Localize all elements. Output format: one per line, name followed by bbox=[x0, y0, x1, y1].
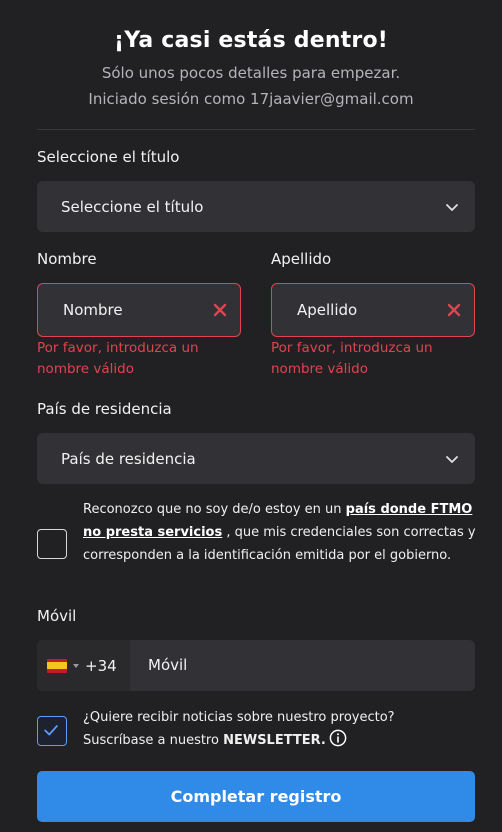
country-select[interactable]: País de residencia bbox=[37, 433, 475, 484]
first-name-placeholder: Nombre bbox=[63, 301, 123, 319]
title-label: Seleccione el título bbox=[37, 148, 180, 166]
phone-number-input[interactable]: Móvil bbox=[148, 640, 187, 691]
info-icon[interactable] bbox=[329, 729, 347, 747]
chevron-down-icon bbox=[446, 204, 458, 211]
chevron-down-icon bbox=[446, 456, 458, 463]
signed-in-text: Iniciado sesión como 17jaavier@gmail.com bbox=[88, 90, 414, 108]
newsletter-keyword: NEWSLETTER. bbox=[223, 733, 326, 748]
phone-label: Móvil bbox=[37, 607, 77, 625]
check-icon bbox=[44, 725, 58, 736]
last-name-label: Apellido bbox=[271, 250, 332, 268]
error-x-icon bbox=[213, 303, 227, 317]
newsletter-checkbox[interactable] bbox=[37, 716, 67, 746]
last-name-input[interactable]: Apellido bbox=[271, 283, 475, 337]
consent-checkbox[interactable] bbox=[37, 529, 67, 559]
first-name-error: Por favor, introduzca un nombre válido bbox=[37, 340, 199, 377]
country-select-value: País de residencia bbox=[61, 449, 196, 468]
complete-registration-button[interactable]: Completar registro bbox=[37, 771, 475, 822]
title-select-value: Seleccione el título bbox=[61, 197, 204, 216]
first-name-input[interactable]: Nombre bbox=[37, 283, 241, 337]
header-divider bbox=[37, 129, 475, 130]
error-x-icon bbox=[447, 303, 461, 317]
newsletter-text: ¿Quiere recibir noticias sobre nuestro p… bbox=[83, 706, 483, 752]
phone-input-group: +34 Móvil bbox=[37, 640, 475, 691]
page-subtitle: Sólo unos pocos detalles para empezar. bbox=[101, 64, 401, 82]
es-flag-icon bbox=[47, 658, 67, 673]
title-select[interactable]: Seleccione el título bbox=[37, 181, 475, 232]
country-code-select[interactable]: +34 bbox=[37, 640, 130, 691]
last-name-placeholder: Apellido bbox=[297, 301, 358, 319]
newsletter-line2-prefix: Suscríbase a nuestro bbox=[83, 733, 224, 748]
last-name-error: Por favor, introduzca un nombre válido bbox=[271, 340, 433, 377]
caret-down-icon bbox=[73, 663, 79, 668]
first-name-label: Nombre bbox=[37, 250, 97, 268]
country-code: +34 bbox=[85, 656, 117, 675]
consent-text: Reconozco que no soy de/o estoy en un pa… bbox=[83, 498, 483, 567]
consent-text-before: Reconozco que no soy de/o estoy en un bbox=[83, 502, 346, 517]
country-label: País de residencia bbox=[37, 400, 172, 418]
newsletter-line1: ¿Quiere recibir noticias sobre nuestro p… bbox=[83, 710, 395, 725]
page-title: ¡Ya casi estás dentro! bbox=[113, 28, 388, 53]
